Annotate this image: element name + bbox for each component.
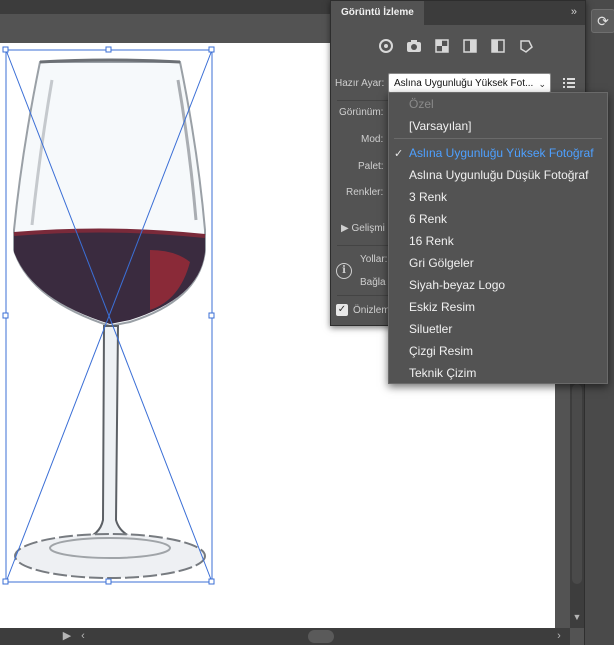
play-icon[interactable]: ▶ bbox=[60, 629, 74, 644]
preview-label: Önizlem bbox=[353, 305, 390, 316]
menu-item-low-fidelity-photo[interactable]: Aslına Uygunluğu Düşük Fotoğraf bbox=[409, 168, 588, 182]
menu-item-16-colors[interactable]: 16 Renk bbox=[409, 234, 454, 248]
glass-foot bbox=[14, 533, 206, 579]
mode-label: Mod: bbox=[361, 134, 384, 145]
colors-label: Renkler: bbox=[346, 187, 384, 198]
selection-handle bbox=[208, 312, 215, 319]
high-color-icon[interactable] bbox=[405, 37, 423, 55]
vertical-scroll-thumb[interactable] bbox=[572, 384, 582, 584]
scroll-right-icon[interactable]: › bbox=[552, 629, 566, 644]
collapse-panel-icon[interactable]: » bbox=[571, 6, 577, 18]
horizontal-scrollbar[interactable]: ▶ ‹ › bbox=[0, 628, 570, 645]
menu-item-shades-of-gray[interactable]: Gri Gölgeler bbox=[409, 256, 474, 270]
view-label: Görünüm: bbox=[339, 107, 384, 118]
low-color-icon[interactable] bbox=[433, 37, 451, 55]
glass-stem bbox=[81, 325, 141, 541]
horizontal-scroll-thumb[interactable] bbox=[308, 630, 334, 643]
menu-item-technical-drawing[interactable]: Teknik Çizim bbox=[409, 366, 476, 380]
selection-handle bbox=[208, 46, 215, 53]
palette-label: Palet: bbox=[358, 161, 384, 172]
image-trace-panel-icon[interactable]: ⟳ bbox=[591, 9, 614, 33]
menu-item-line-art[interactable]: Çizgi Resim bbox=[409, 344, 473, 358]
menu-item-high-fidelity-photo[interactable]: Aslına Uygunluğu Yüksek Fotoğraf bbox=[409, 146, 594, 160]
menu-item-black-white-logo[interactable]: Siyah-beyaz Logo bbox=[409, 278, 505, 292]
menu-item-custom: Özel bbox=[409, 97, 434, 111]
preset-select-value: Aslına Uygunluğu Yüksek Fot... bbox=[394, 78, 534, 89]
menu-separator bbox=[394, 138, 602, 139]
selection-handle bbox=[105, 578, 112, 585]
preset-list-icon[interactable] bbox=[561, 75, 577, 91]
checkmark-icon: ✓ bbox=[394, 148, 404, 160]
advanced-toggle[interactable]: ▶ Gelişmi bbox=[341, 223, 385, 234]
menu-item-sketched-art[interactable]: Eskiz Resim bbox=[409, 300, 475, 314]
disclosure-triangle-icon: ▶ bbox=[341, 223, 349, 234]
auto-color-icon[interactable] bbox=[377, 37, 395, 55]
menu-item-default[interactable]: [Varsayılan] bbox=[409, 119, 471, 133]
preset-select[interactable]: Aslına Uygunluğu Yüksek Fot... ⌄ bbox=[388, 73, 551, 93]
panel-tab-bar: Görüntü İzleme » bbox=[331, 1, 585, 25]
black-white-icon[interactable] bbox=[489, 37, 507, 55]
advanced-label: Gelişmi bbox=[351, 223, 385, 234]
selection-handle bbox=[2, 578, 9, 585]
menu-item-6-colors[interactable]: 6 Renk bbox=[409, 212, 447, 226]
menu-item-silhouettes[interactable]: Siluetler bbox=[409, 322, 452, 336]
preset-dropdown-menu: Özel [Varsayılan] ✓ Aslına Uygunluğu Yük… bbox=[388, 92, 608, 384]
scroll-down-icon[interactable]: ▼ bbox=[570, 612, 584, 626]
panel-tab-image-trace[interactable]: Görüntü İzleme bbox=[331, 1, 424, 25]
outline-icon[interactable] bbox=[517, 37, 535, 55]
menu-item-3-colors[interactable]: 3 Renk bbox=[409, 190, 447, 204]
chevron-down-icon: ⌄ bbox=[538, 79, 546, 89]
paths-label: Yollar: bbox=[360, 254, 388, 265]
selection-handle bbox=[208, 578, 215, 585]
selection-handle bbox=[105, 46, 112, 53]
preset-label: Hazır Ayar: bbox=[335, 78, 385, 89]
anchors-label: Bağla bbox=[360, 277, 386, 288]
preview-checkbox[interactable]: ✓ bbox=[336, 304, 348, 316]
selection-handle bbox=[2, 312, 9, 319]
selection-handle bbox=[2, 46, 9, 53]
info-icon: i bbox=[336, 263, 352, 279]
grayscale-icon[interactable] bbox=[461, 37, 479, 55]
scroll-left-icon[interactable]: ‹ bbox=[76, 629, 90, 644]
